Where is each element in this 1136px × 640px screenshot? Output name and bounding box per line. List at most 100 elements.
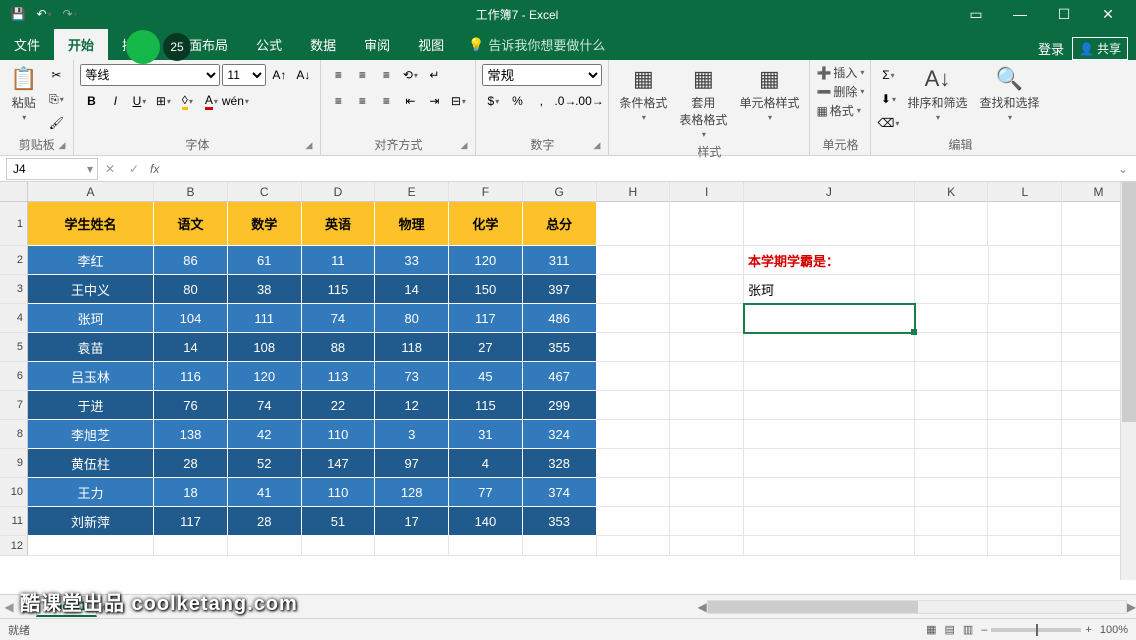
zoom-level[interactable]: 100% bbox=[1100, 624, 1128, 636]
cell[interactable] bbox=[449, 536, 523, 556]
merge-button[interactable]: ⊟▾ bbox=[447, 90, 469, 112]
align-right-button[interactable]: ≡ bbox=[375, 90, 397, 112]
cell[interactable] bbox=[744, 478, 915, 507]
cell[interactable]: 61 bbox=[228, 246, 302, 275]
row-header[interactable]: 3 bbox=[0, 275, 28, 304]
tab-review[interactable]: 审阅 bbox=[350, 29, 404, 60]
cell[interactable]: 学生姓名 bbox=[28, 202, 154, 246]
sort-filter-button[interactable]: A↓排序和筛选▾ bbox=[903, 64, 971, 124]
cell[interactable]: 51 bbox=[302, 507, 376, 536]
cell[interactable] bbox=[154, 536, 228, 556]
table-format-button[interactable]: ▦套用 表格格式▾ bbox=[675, 64, 731, 141]
cell[interactable] bbox=[670, 202, 744, 246]
cell[interactable] bbox=[744, 333, 915, 362]
view-normal-icon[interactable]: ▦ bbox=[926, 623, 936, 636]
cell[interactable]: 128 bbox=[375, 478, 449, 507]
cell[interactable] bbox=[597, 449, 671, 478]
font-size-select[interactable]: 11 bbox=[222, 64, 266, 86]
orientation-button[interactable]: ⟲▾ bbox=[399, 64, 421, 86]
dialog-launcher-icon[interactable]: ◢ bbox=[460, 140, 467, 151]
cell[interactable] bbox=[228, 536, 302, 556]
cell[interactable]: 111 bbox=[228, 304, 302, 333]
cell[interactable]: 总分 bbox=[523, 202, 597, 246]
dialog-launcher-icon[interactable]: ◢ bbox=[593, 140, 600, 151]
cell[interactable]: 3 bbox=[375, 420, 449, 449]
cell[interactable]: 397 bbox=[523, 275, 597, 304]
cell[interactable] bbox=[988, 420, 1062, 449]
cell[interactable]: 86 bbox=[154, 246, 228, 275]
format-cells-button[interactable]: ▦格式▾ bbox=[816, 102, 860, 119]
find-select-button[interactable]: 🔍查找和选择▾ bbox=[975, 64, 1043, 124]
cell[interactable] bbox=[988, 333, 1062, 362]
cell[interactable] bbox=[988, 449, 1062, 478]
font-name-select[interactable]: 等线 bbox=[80, 64, 220, 86]
cell[interactable]: 31 bbox=[449, 420, 523, 449]
cell[interactable]: 42 bbox=[228, 420, 302, 449]
row-header[interactable]: 11 bbox=[0, 507, 28, 536]
insert-cells-button[interactable]: ➕插入▾ bbox=[816, 64, 864, 81]
phonetic-button[interactable]: wén▾ bbox=[224, 90, 246, 112]
cell[interactable]: 299 bbox=[523, 391, 597, 420]
cell[interactable] bbox=[375, 536, 449, 556]
fx-icon[interactable]: fx bbox=[146, 162, 163, 176]
cell[interactable]: 353 bbox=[523, 507, 597, 536]
align-top-button[interactable]: ≡ bbox=[327, 64, 349, 86]
cell[interactable]: 英语 bbox=[302, 202, 376, 246]
tab-formulas[interactable]: 公式 bbox=[242, 29, 296, 60]
cell[interactable]: 138 bbox=[154, 420, 228, 449]
cell[interactable]: 118 bbox=[375, 333, 449, 362]
horizontal-scrollbar[interactable]: ◀▶ bbox=[698, 600, 1136, 614]
cell[interactable]: 115 bbox=[449, 391, 523, 420]
cell[interactable] bbox=[597, 420, 671, 449]
cell[interactable] bbox=[670, 246, 744, 275]
cell[interactable]: 140 bbox=[449, 507, 523, 536]
cell[interactable]: 120 bbox=[449, 246, 523, 275]
cell[interactable] bbox=[302, 536, 376, 556]
cell[interactable]: 115 bbox=[302, 275, 376, 304]
cell[interactable]: 38 bbox=[228, 275, 302, 304]
cell[interactable] bbox=[670, 478, 744, 507]
copy-button[interactable]: ⎘▾ bbox=[45, 88, 67, 110]
cell[interactable]: 14 bbox=[154, 333, 228, 362]
column-header[interactable]: C bbox=[228, 182, 302, 202]
cell[interactable] bbox=[670, 536, 744, 556]
cell[interactable]: 113 bbox=[302, 362, 376, 391]
cell[interactable]: 147 bbox=[302, 449, 376, 478]
cell[interactable] bbox=[915, 536, 989, 556]
cell[interactable]: 刘新萍 bbox=[28, 507, 154, 536]
cell[interactable] bbox=[670, 333, 744, 362]
cell[interactable]: 28 bbox=[154, 449, 228, 478]
row-header[interactable]: 4 bbox=[0, 304, 28, 333]
cell[interactable]: 74 bbox=[302, 304, 376, 333]
cell[interactable]: 120 bbox=[228, 362, 302, 391]
cell[interactable] bbox=[915, 478, 989, 507]
row-header[interactable]: 9 bbox=[0, 449, 28, 478]
cell[interactable]: 11 bbox=[302, 246, 376, 275]
cell[interactable]: 116 bbox=[154, 362, 228, 391]
ribbon-options-icon[interactable]: ▭ bbox=[956, 2, 996, 26]
cell[interactable]: 27 bbox=[449, 333, 523, 362]
name-box[interactable]: J4▾ bbox=[6, 158, 98, 180]
cell[interactable]: 黄伍柱 bbox=[28, 449, 154, 478]
increase-indent-button[interactable]: ⇥ bbox=[423, 90, 445, 112]
fill-color-button[interactable]: ◊▾ bbox=[176, 90, 198, 112]
cell-styles-button[interactable]: ▦单元格样式▾ bbox=[735, 64, 803, 124]
row-header[interactable]: 2 bbox=[0, 246, 28, 275]
cell[interactable]: 80 bbox=[375, 304, 449, 333]
cell[interactable]: 150 bbox=[449, 275, 523, 304]
view-layout-icon[interactable]: ▤ bbox=[944, 623, 954, 636]
cell[interactable] bbox=[597, 507, 671, 536]
cell[interactable] bbox=[989, 246, 1063, 275]
cell[interactable] bbox=[744, 420, 915, 449]
cell[interactable] bbox=[988, 536, 1062, 556]
share-button[interactable]: 👤共享 bbox=[1072, 37, 1128, 60]
cell[interactable]: 语文 bbox=[154, 202, 228, 246]
font-color-button[interactable]: A▾ bbox=[200, 90, 222, 112]
cell[interactable] bbox=[915, 362, 989, 391]
view-break-icon[interactable]: ▥ bbox=[963, 623, 973, 636]
cell[interactable]: 数学 bbox=[228, 202, 302, 246]
cell[interactable] bbox=[988, 202, 1062, 246]
cell[interactable]: 467 bbox=[523, 362, 597, 391]
cell[interactable]: 76 bbox=[154, 391, 228, 420]
cell[interactable] bbox=[670, 507, 744, 536]
